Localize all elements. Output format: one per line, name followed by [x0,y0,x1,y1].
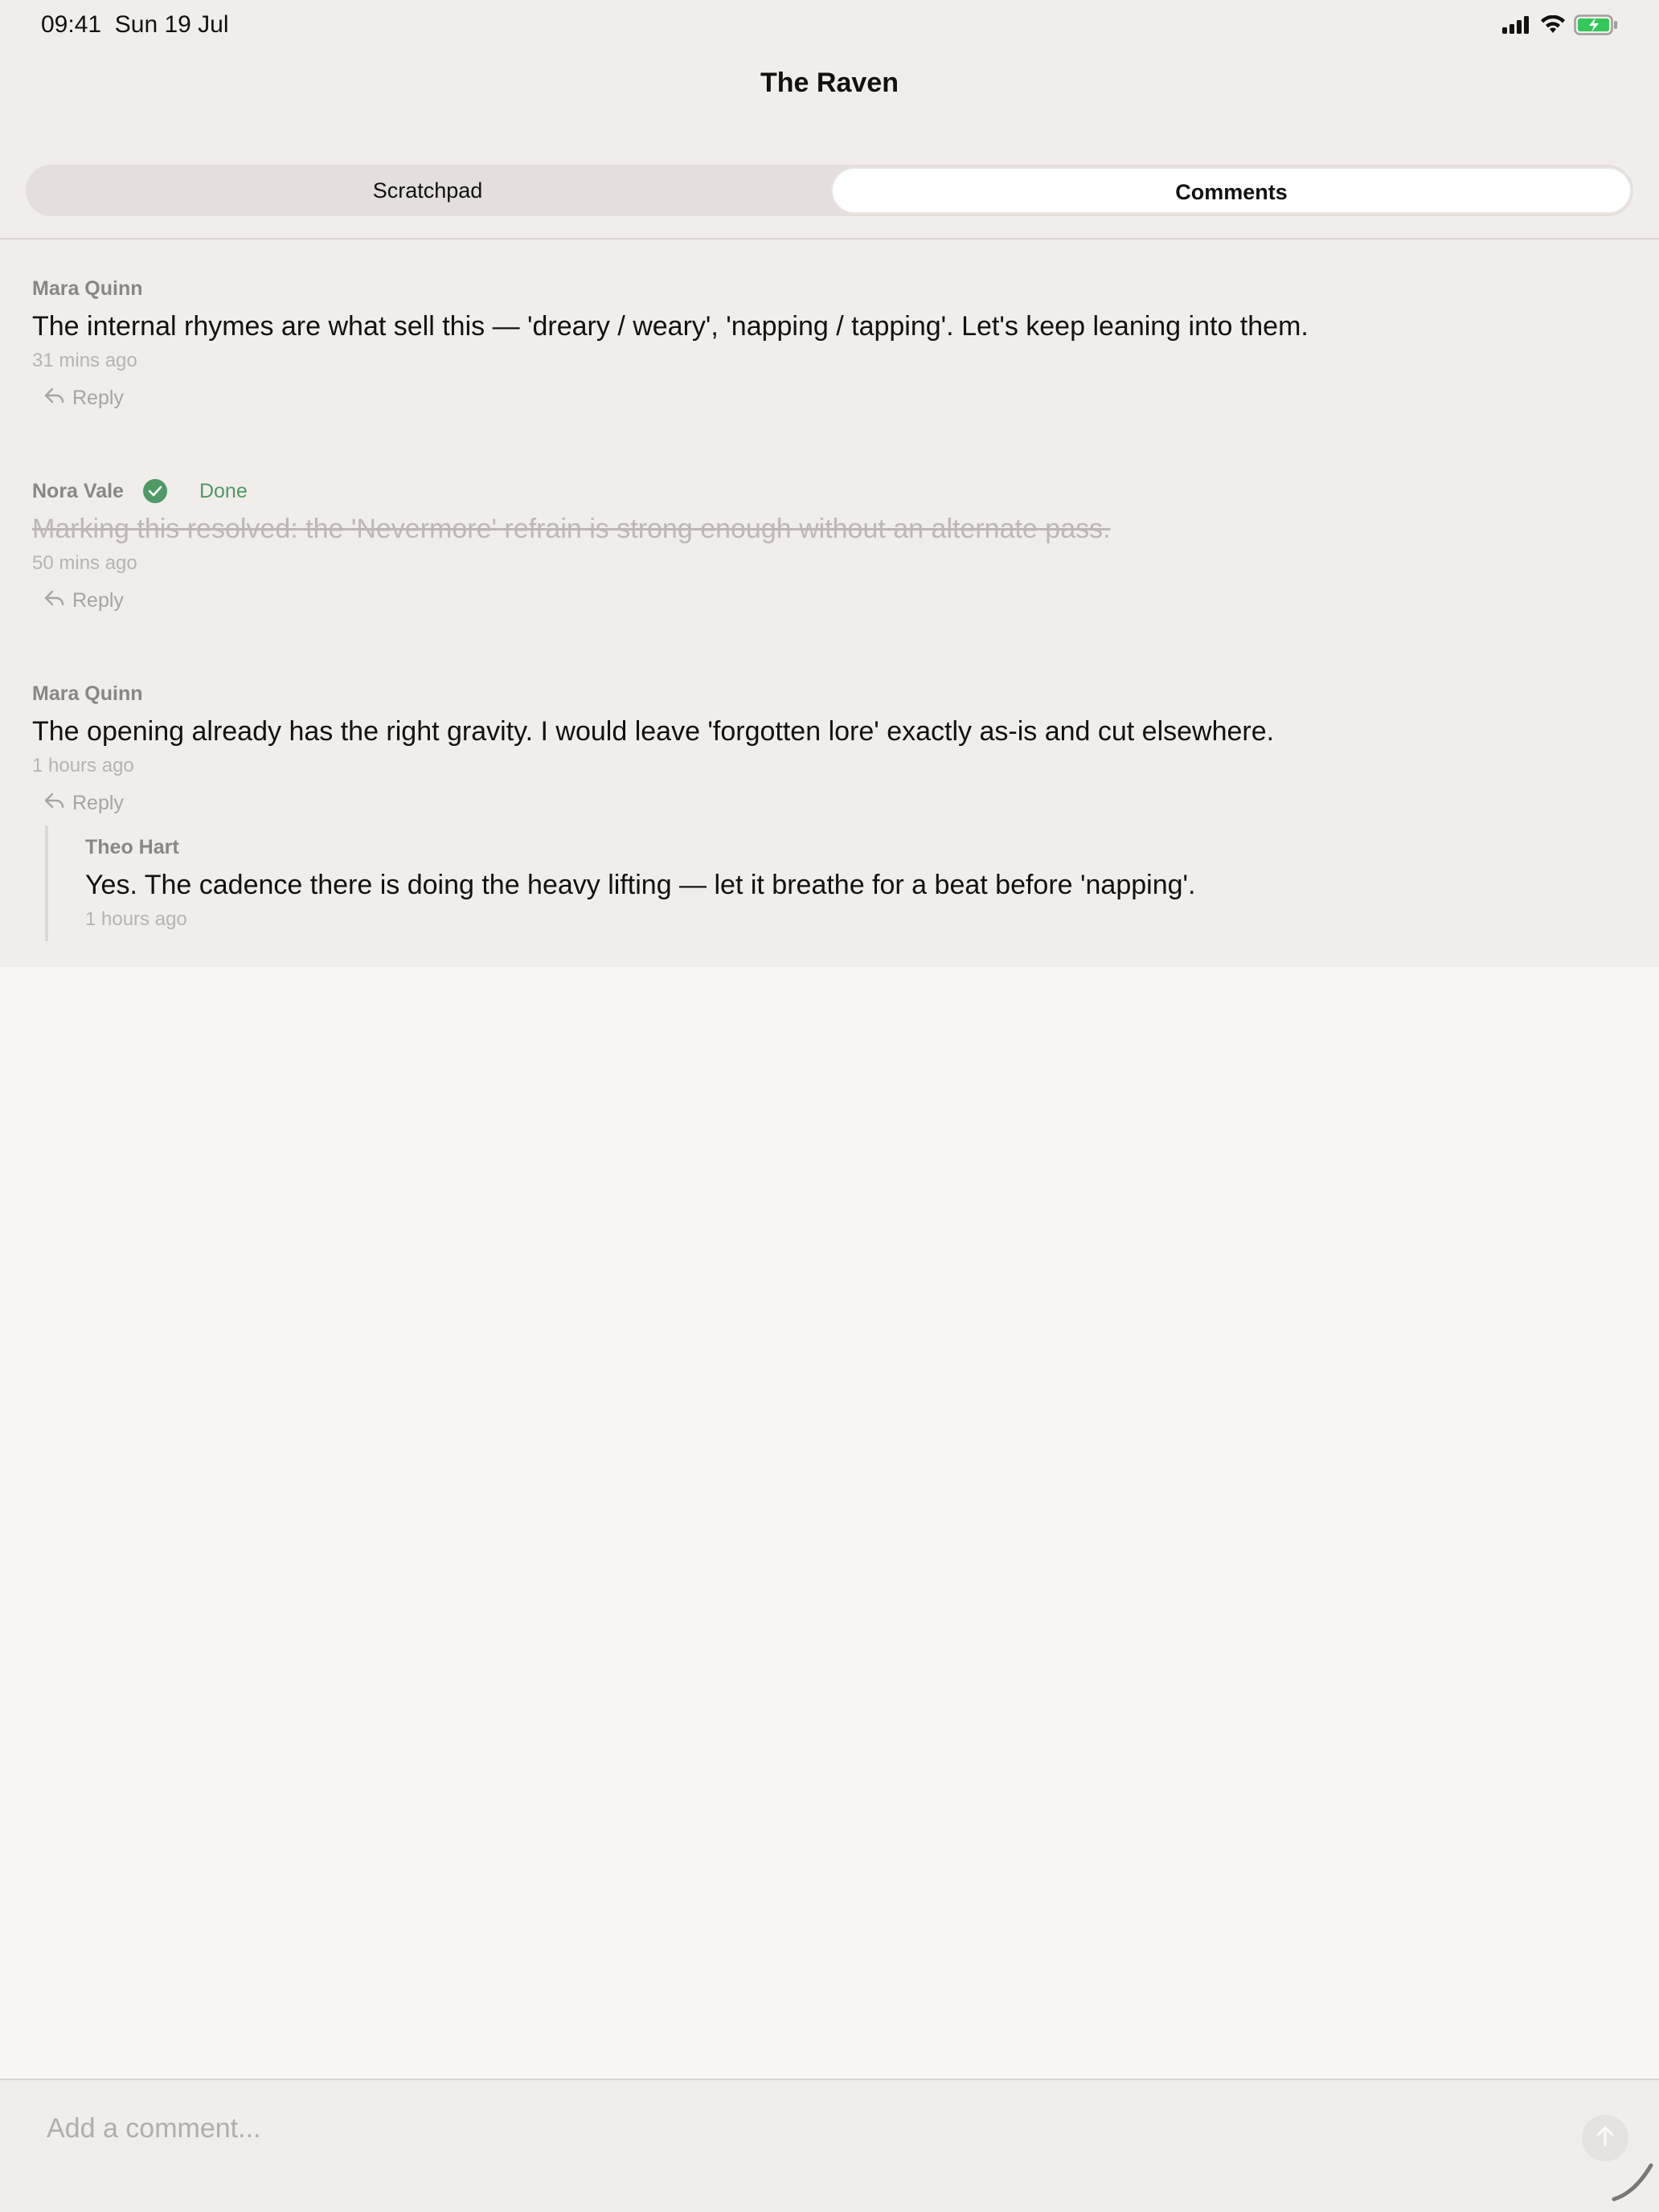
reply-item: Theo Hart Yes. The cadence there is doin… [85,834,1195,932]
resolved-status-label: Done [199,479,248,502]
reply-label: Reply [72,588,124,612]
tab-comments[interactable]: Comments [831,167,1632,214]
comment-timestamp: 1 hours ago [32,755,134,776]
comment-body: Marking this resolved: the 'Nevermore' r… [32,514,1111,544]
reply-arrow-icon [43,792,72,815]
comment-composer [0,2079,1659,2212]
status-clock: 09:41 [41,11,102,38]
wifi-icon [1540,14,1566,39]
tab-scratchpad[interactable]: Scratchpad [26,165,830,216]
cellular-signal-icon [1501,16,1532,38]
header: The Raven Scratchpad Comments [0,51,1659,240]
reply-body: Yes. The cadence there is doing the heav… [85,870,1196,900]
status-date: Sun 19 Jul [114,11,229,38]
reply-button[interactable]: Reply [43,789,1624,817]
reply-author: Theo Hart [85,835,179,858]
reply-arrow-icon [43,387,72,410]
reply-label: Reply [72,386,124,409]
reply-thread: Theo Hart Yes. The cadence there is doin… [45,825,1604,941]
comment-author: Nora Vale [32,479,124,502]
comment-body: The opening already has the right gravit… [32,716,1275,747]
comments-list: Mara Quinn The internal rhymes are what … [0,240,1659,967]
comment-author-line: Nora Vale Done [32,477,1624,505]
comment-item: Mara Quinn The opening already has the r… [32,680,1624,817]
reply-author-line: Theo Hart [85,834,1195,861]
reply-button[interactable]: Reply [43,587,1624,614]
status-bar: 09:41 Sun 19 Jul [0,0,1659,51]
reply-arrow-icon [43,589,72,612]
page-title: The Raven [760,68,899,98]
comment-author-line: Mara Quinn [32,680,1624,707]
view-switcher: Scratchpad Comments [26,165,1633,216]
comment-item: Mara Quinn The internal rhymes are what … [32,275,1624,412]
reply-button[interactable]: Reply [43,384,1624,412]
reply-label: Reply [72,791,124,814]
send-button[interactable] [1582,2115,1628,2161]
comment-author-line: Mara Quinn [32,275,1624,302]
status-time: 09:41 Sun 19 Jul [41,11,229,39]
status-icons [1501,14,1619,39]
comment-author: Mara Quinn [32,682,143,705]
checkmark-icon [142,479,167,503]
comment-timestamp: 50 mins ago [32,552,137,574]
comment-timestamp: 31 mins ago [32,350,137,371]
comment-input[interactable] [45,2108,1543,2149]
battery-charging-icon [1574,14,1619,39]
pencil-stroke-icon [1611,2162,1654,2206]
comment-author: Mara Quinn [32,276,143,300]
comment-item-resolved: Nora Vale Done Marking this resolved: th… [32,477,1624,614]
arrow-up-icon [1595,2125,1616,2152]
reply-timestamp: 1 hours ago [85,908,187,930]
comment-body: The internal rhymes are what sell this —… [32,311,1309,342]
